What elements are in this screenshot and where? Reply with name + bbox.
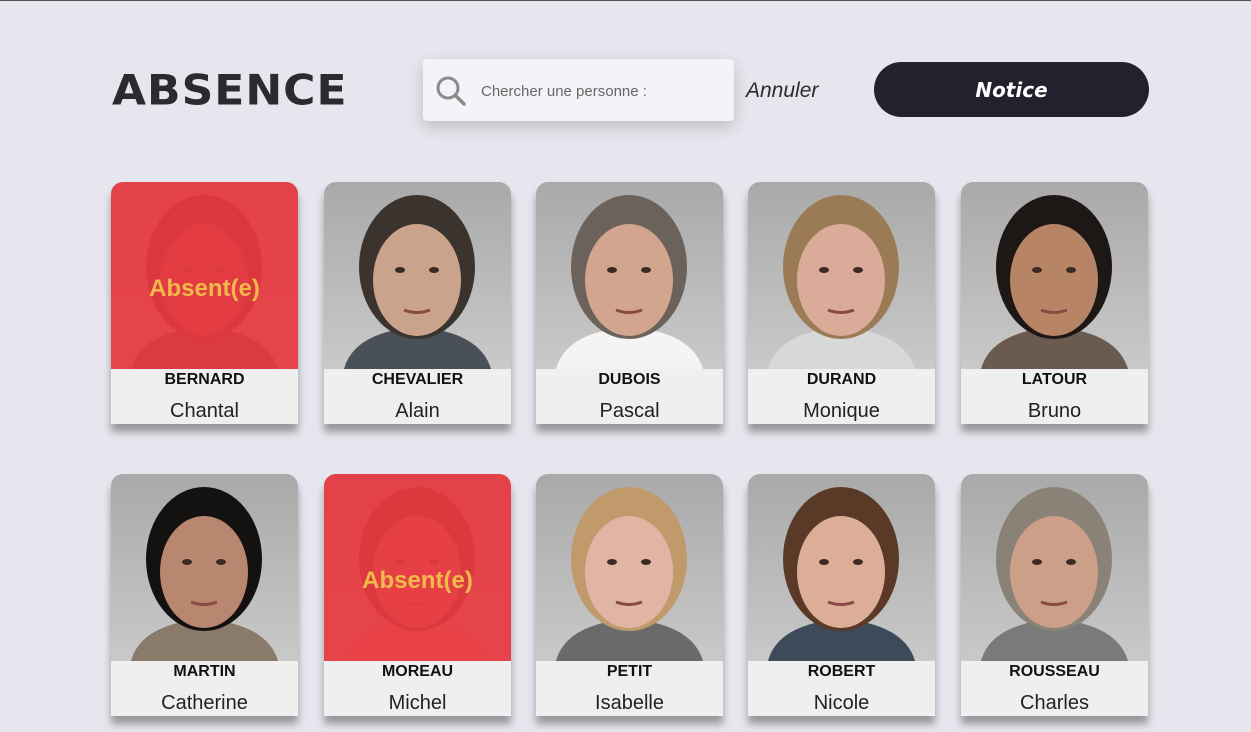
cancel-link[interactable]: Annuler — [746, 79, 818, 103]
person-card[interactable]: CHEVALIER Alain — [324, 182, 511, 424]
person-firstname: Pascal — [599, 400, 660, 422]
person-card[interactable]: LATOUR Bruno — [961, 182, 1148, 424]
person-lastname: MOREAU — [381, 663, 454, 680]
person-photo — [961, 474, 1148, 661]
person-photo — [748, 182, 935, 369]
absent-label: Absent(e) — [149, 275, 260, 302]
person-card[interactable]: DUBOIS Pascal — [536, 182, 723, 424]
person-lastname: ROBERT — [807, 663, 876, 680]
person-lastname: BERNARD — [164, 371, 245, 388]
person-card[interactable]: ROBERT Nicole — [748, 474, 935, 716]
person-card[interactable]: DURAND Monique — [748, 182, 935, 424]
person-card[interactable]: ROUSSEAU Charles — [961, 474, 1148, 716]
person-lastname: CHEVALIER — [371, 371, 464, 388]
person-photo — [536, 474, 723, 661]
person-card[interactable]: Absent(e) MOREAU Michel — [324, 474, 511, 716]
search-icon — [436, 76, 466, 106]
person-photo — [324, 182, 511, 369]
person-photo — [961, 182, 1148, 369]
person-firstname: Alain — [395, 400, 440, 422]
person-firstname: Isabelle — [595, 692, 664, 714]
person-photo — [748, 474, 935, 661]
person-firstname: Charles — [1020, 692, 1089, 714]
search-input[interactable] — [479, 77, 723, 105]
person-lastname: DUBOIS — [598, 371, 661, 388]
person-firstname: Michel — [388, 692, 447, 714]
person-firstname: Bruno — [1027, 400, 1082, 422]
person-lastname: DURAND — [806, 371, 877, 388]
person-firstname: Monique — [803, 400, 880, 422]
search-box[interactable] — [423, 59, 734, 121]
person-lastname: LATOUR — [1021, 371, 1088, 388]
app-logo: ABSENCE — [112, 66, 348, 115]
person-card[interactable]: MARTIN Catherine — [111, 474, 298, 716]
person-firstname: Catherine — [161, 692, 248, 714]
person-firstname: Chantal — [170, 400, 239, 422]
person-lastname: ROUSSEAU — [1009, 663, 1100, 680]
person-lastname: PETIT — [606, 663, 653, 680]
person-firstname: Nicole — [813, 692, 870, 714]
person-card[interactable]: Absent(e) BERNARD Chantal — [111, 182, 298, 424]
absent-label: Absent(e) — [362, 567, 473, 594]
person-photo — [536, 182, 723, 369]
person-lastname: MARTIN — [173, 663, 236, 680]
notice-button[interactable]: Notice — [874, 62, 1149, 117]
person-photo — [111, 474, 298, 661]
person-card[interactable]: PETIT Isabelle — [536, 474, 723, 716]
